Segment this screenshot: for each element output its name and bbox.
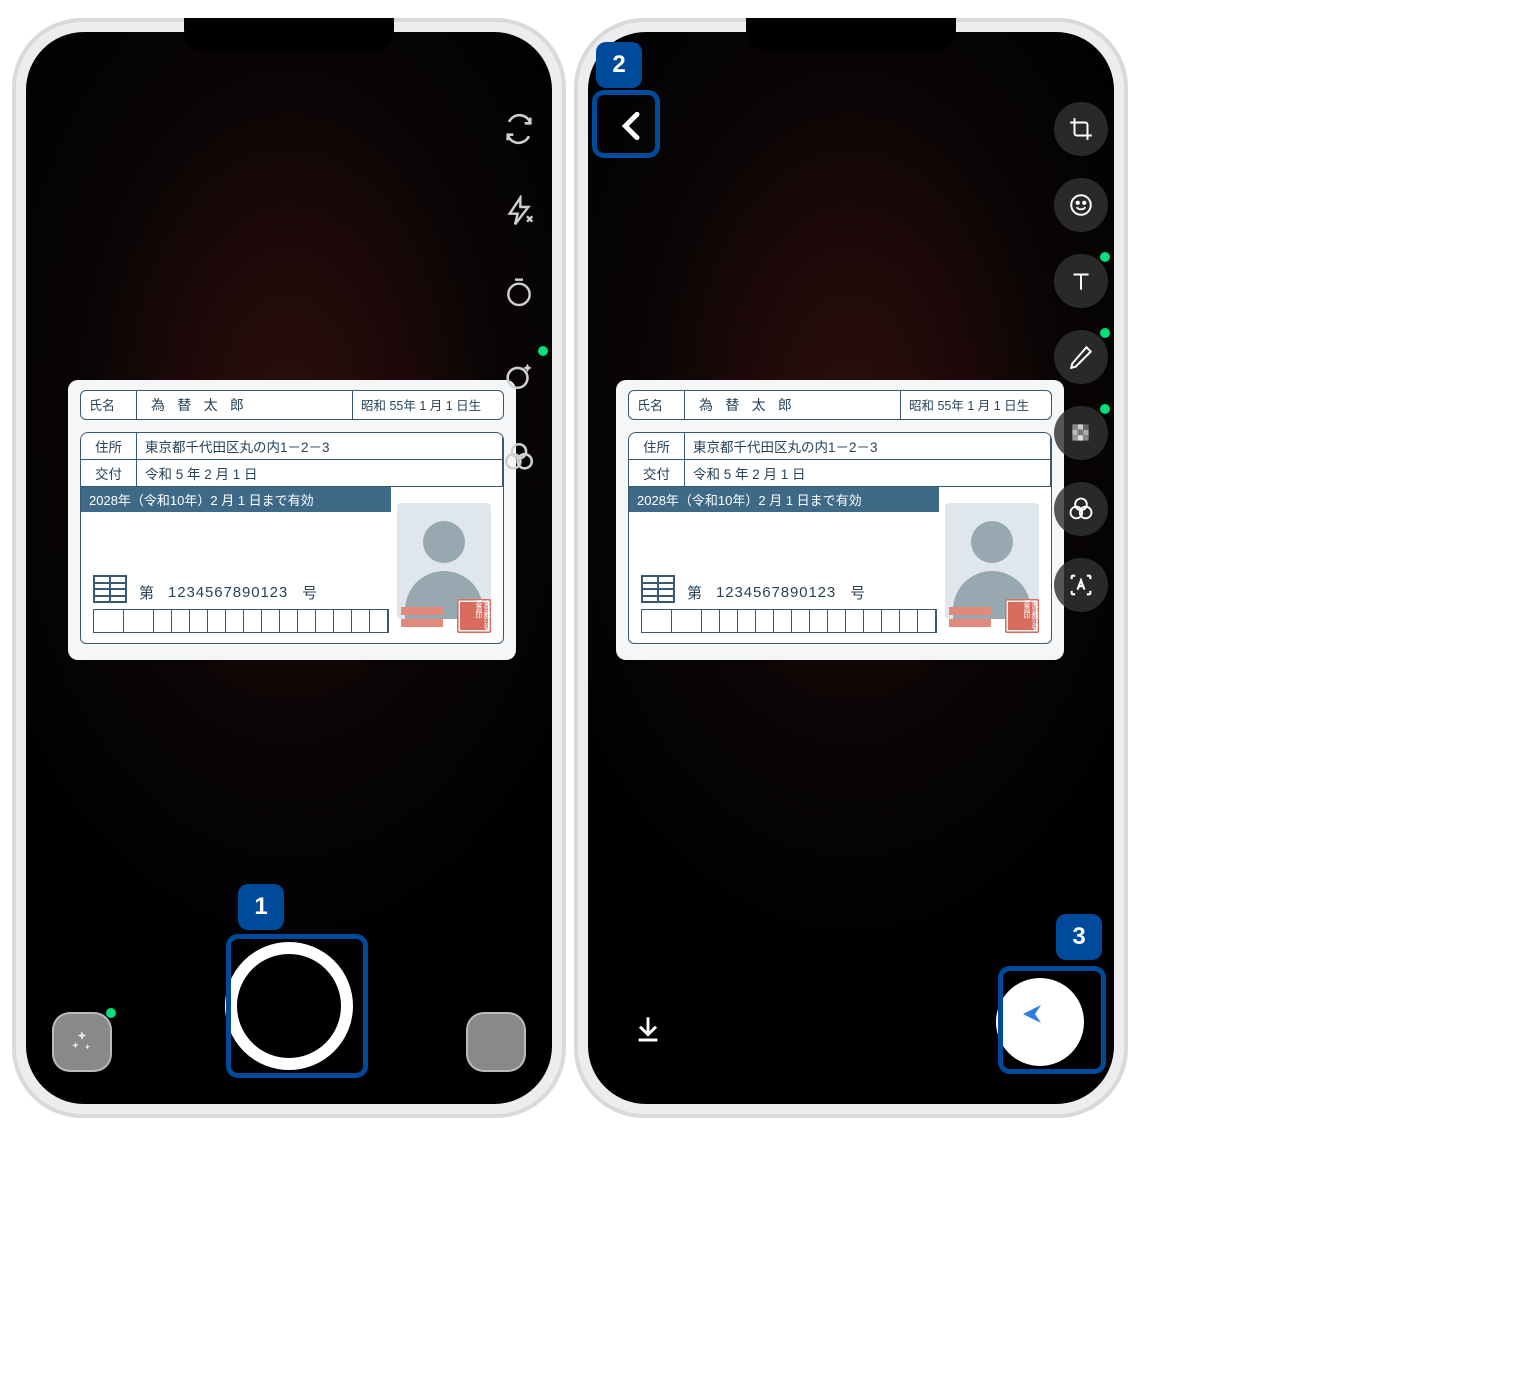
back-button[interactable] (600, 94, 664, 158)
auto-detect-icon[interactable] (1054, 558, 1108, 612)
decorative-stripes (401, 607, 443, 627)
callout-1: 1 (238, 884, 284, 930)
dob-value: 昭和 55年 1 月 1 日生 (353, 391, 503, 419)
phone-right: 氏名 為 替 太 郎 昭和 55年 1 月 1 日生 住所 東京都千代田区丸の内… (574, 18, 1128, 1118)
shutter-button[interactable] (225, 942, 353, 1070)
indicator-dot (1100, 252, 1110, 262)
draw-icon[interactable] (1054, 330, 1108, 384)
valid-until-bar: 2028年（令和10年）2 月 1 日まで有効 (81, 487, 391, 512)
mosaic-icon[interactable] (1054, 406, 1108, 460)
indicator-dot (106, 1008, 116, 1018)
address-label: 住所 (81, 433, 137, 459)
valid-until-bar: 2028年（令和10年）2 月 1 日まで有効 (629, 487, 939, 512)
callout-2: 2 (596, 42, 642, 88)
issue-label: 交付 (629, 460, 685, 486)
filter-icon[interactable] (1054, 482, 1108, 536)
callout-3: 3 (1056, 914, 1102, 960)
indicator-dot (1100, 328, 1110, 338)
gallery-button[interactable] (54, 1014, 110, 1070)
issue-value: 令和 5 年 2 月 1 日 (137, 460, 503, 486)
editor-sidebar (1054, 102, 1108, 612)
grid-row (641, 609, 937, 633)
flash-off-icon[interactable] (492, 184, 546, 238)
official-seal: 東京都公安委員印 (457, 599, 491, 633)
num-dai: 第 (687, 582, 702, 603)
notch (746, 18, 956, 52)
mode-switch-button[interactable] (468, 1014, 524, 1070)
switch-camera-icon[interactable] (492, 102, 546, 156)
official-seal: 東京都公安委員印 (1005, 599, 1039, 633)
text-icon[interactable] (1054, 254, 1108, 308)
camera-sidebar (492, 102, 546, 484)
notch (184, 18, 394, 52)
address-label: 住所 (629, 433, 685, 459)
download-button[interactable] (620, 1000, 676, 1056)
license-number: 1234567890123 (168, 584, 288, 601)
license-number: 1234567890123 (716, 584, 836, 601)
filter-icon[interactable] (492, 430, 546, 484)
emoji-icon[interactable] (1054, 178, 1108, 232)
grid-small (93, 575, 127, 603)
issue-label: 交付 (81, 460, 137, 486)
ai-enhance-icon[interactable] (492, 348, 546, 402)
num-dai: 第 (139, 582, 154, 603)
dob-value: 昭和 55年 1 月 1 日生 (901, 391, 1051, 419)
name-label: 氏名 (81, 391, 137, 419)
name-label: 氏名 (629, 391, 685, 419)
name-value: 為 替 太 郎 (685, 391, 901, 419)
indicator-dot (1100, 404, 1110, 414)
grid-row (93, 609, 389, 633)
grid-small (641, 575, 675, 603)
name-value: 為 替 太 郎 (137, 391, 353, 419)
issue-value: 令和 5 年 2 月 1 日 (685, 460, 1051, 486)
phone-left: 氏名 為 替 太 郎 昭和 55年 1 月 1 日生 住所 東京都千代田区丸の内… (12, 18, 566, 1118)
num-go: 号 (302, 582, 317, 603)
timer-icon[interactable] (492, 266, 546, 320)
address-value: 東京都千代田区丸の内1－2－3 (685, 433, 1051, 459)
send-button[interactable] (996, 978, 1084, 1066)
id-card-preview: 氏名 為 替 太 郎 昭和 55年 1 月 1 日生 住所 東京都千代田区丸の内… (68, 380, 516, 660)
address-value: 東京都千代田区丸の内1－2－3 (137, 433, 503, 459)
crop-icon[interactable] (1054, 102, 1108, 156)
num-go: 号 (850, 582, 865, 603)
indicator-dot (538, 346, 548, 356)
decorative-stripes (949, 607, 991, 627)
id-card-preview: 氏名 為 替 太 郎 昭和 55年 1 月 1 日生 住所 東京都千代田区丸の内… (616, 380, 1064, 660)
